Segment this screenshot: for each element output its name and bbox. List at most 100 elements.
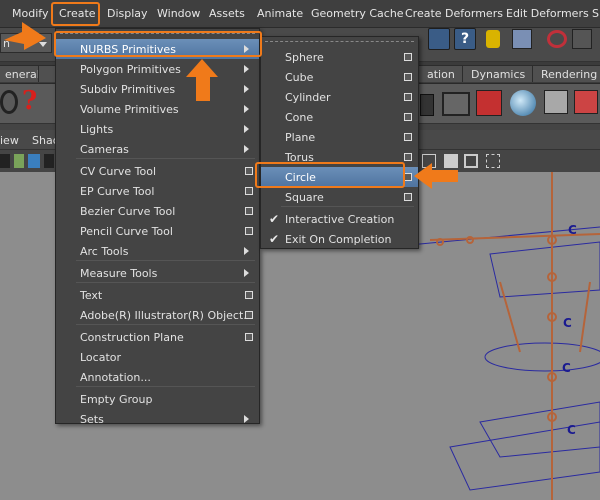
xray-icon[interactable] <box>486 154 500 168</box>
create-item-sets[interactable]: Sets <box>56 409 259 429</box>
tab-rendering[interactable]: Rendering <box>532 65 600 82</box>
submenu-tearoff[interactable] <box>265 41 414 44</box>
option-box-icon[interactable] <box>404 93 412 101</box>
menu-assets[interactable]: Assets <box>209 7 245 20</box>
nurbs-item-cube[interactable]: Cube <box>261 67 418 87</box>
select-icon[interactable] <box>512 29 532 49</box>
create-item-text[interactable]: Text <box>56 285 259 305</box>
isolate-icon[interactable] <box>464 154 478 168</box>
panel-menu-view[interactable]: iew <box>0 134 19 147</box>
snap-icon[interactable] <box>572 29 592 49</box>
create-item-label: Sets <box>80 413 104 426</box>
option-box-icon[interactable] <box>404 193 412 201</box>
option-box-icon[interactable] <box>245 187 253 195</box>
create-item-label: EP Curve Tool <box>80 185 155 198</box>
magnet-icon[interactable] <box>547 30 567 48</box>
menu-window[interactable]: Window <box>157 7 200 20</box>
wireframe-circle <box>484 342 600 372</box>
tab-animation[interactable]: ation <box>418 65 464 82</box>
create-item-arc-tools[interactable]: Arc Tools <box>56 241 259 261</box>
sphere-icon[interactable] <box>510 90 536 116</box>
checker-cube-icon[interactable] <box>544 90 568 114</box>
option-box-icon[interactable] <box>245 291 253 299</box>
camera-icon[interactable] <box>0 154 10 168</box>
menu-geometry-cache[interactable]: Geometry Cache <box>311 7 404 20</box>
help-icon[interactable]: ? <box>454 28 476 50</box>
option-box-icon[interactable] <box>404 73 412 81</box>
nurbs-item-square[interactable]: Square <box>261 187 418 207</box>
menu-modify[interactable]: Modify <box>12 7 48 20</box>
submenu-arrow-icon <box>244 105 249 113</box>
option-box-icon[interactable] <box>404 113 412 121</box>
lasso-icon[interactable] <box>0 90 18 114</box>
create-item-empty-group[interactable]: Empty Group <box>56 389 259 409</box>
option-box-icon[interactable] <box>245 227 253 235</box>
hypergraph-icon[interactable] <box>442 92 470 116</box>
create-menu: NURBS Primitives Polygon Primitives Subdiv… <box>55 28 260 426</box>
create-item-label: Measure Tools <box>80 267 158 280</box>
checkmark-icon: ✔ <box>269 212 280 226</box>
create-item-label: Arc Tools <box>80 245 129 258</box>
grid-icon[interactable] <box>44 154 54 168</box>
option-box-icon[interactable] <box>404 173 412 181</box>
checkmark-icon: ✔ <box>269 232 280 246</box>
create-item-label: Polygon Primitives <box>80 63 181 76</box>
nurbs-item-exit-on-completion[interactable]: ✔ Exit On Completion <box>261 229 418 249</box>
highlight-nurbs-primitives <box>54 31 262 57</box>
option-box-icon[interactable] <box>404 53 412 61</box>
create-item-bezier-curve-tool[interactable]: Bezier Curve Tool <box>56 201 259 221</box>
create-item-annotation[interactable]: Annotation... <box>56 367 259 387</box>
create-item-polygon-primitives[interactable]: Polygon Primitives <box>56 59 259 79</box>
nurbs-item-interactive-creation[interactable]: ✔ Interactive Creation <box>261 209 418 229</box>
menu-overflow[interactable]: S <box>592 7 599 20</box>
menu-create-deformers[interactable]: Create Deformers <box>405 7 503 20</box>
tab-dynamics[interactable]: Dynamics <box>462 65 535 82</box>
nurbs-item-label: Square <box>285 191 324 204</box>
tab-hidden[interactable] <box>38 65 56 82</box>
submenu-arrow-icon <box>244 269 249 277</box>
cube-edit-icon[interactable] <box>574 90 598 114</box>
create-item-pencil-curve-tool[interactable]: Pencil Curve Tool <box>56 221 259 241</box>
nurbs-item-cone[interactable]: Cone <box>261 107 418 127</box>
option-box-icon[interactable] <box>245 333 253 341</box>
menu-separator <box>76 260 255 261</box>
viewport-label: C <box>562 361 571 375</box>
create-item-cameras[interactable]: Cameras <box>56 139 259 159</box>
nurbs-item-cylinder[interactable]: Cylinder <box>261 87 418 107</box>
create-item-lights[interactable]: Lights <box>56 119 259 139</box>
menu-animate[interactable]: Animate <box>257 7 303 20</box>
nurbs-item-label: Cube <box>285 71 314 84</box>
menu-edit-deformers[interactable]: Edit Deformers <box>506 7 589 20</box>
create-item-locator[interactable]: Locator <box>56 347 259 367</box>
nurbs-item-plane[interactable]: Plane <box>261 127 418 147</box>
cube-red-icon[interactable] <box>476 90 502 116</box>
option-box-icon[interactable] <box>245 207 253 215</box>
create-item-measure-tools[interactable]: Measure Tools <box>56 263 259 283</box>
nurbs-item-label: Cylinder <box>285 91 331 104</box>
create-item-label: Locator <box>80 351 122 364</box>
option-box-icon[interactable] <box>245 311 253 319</box>
render-icon[interactable] <box>420 94 434 116</box>
menu-separator <box>76 386 255 387</box>
wrench-icon[interactable] <box>428 28 450 50</box>
create-item-adobe-illustrator-object[interactable]: Adobe(R) Illustrator(R) Object... <box>56 305 259 325</box>
wireframe-box <box>489 241 600 298</box>
help-shelf-icon[interactable]: ? <box>22 86 37 116</box>
nurbs-item-sphere[interactable]: Sphere <box>261 47 418 67</box>
create-item-ep-curve-tool[interactable]: EP Curve Tool <box>56 181 259 201</box>
create-item-construction-plane[interactable]: Construction Plane <box>56 327 259 347</box>
viewport-label: C <box>567 423 576 437</box>
create-item-cv-curve-tool[interactable]: CV Curve Tool <box>56 161 259 181</box>
option-box-icon[interactable] <box>404 153 412 161</box>
create-item-label: Pencil Curve Tool <box>80 225 173 238</box>
option-box-icon[interactable] <box>404 133 412 141</box>
create-item-label: Subdiv Primitives <box>80 83 176 96</box>
bookmark-icon[interactable] <box>14 154 24 168</box>
lock-icon[interactable] <box>486 30 500 48</box>
create-item-subdiv-primitives[interactable]: Subdiv Primitives <box>56 79 259 99</box>
image-plane-icon[interactable] <box>28 154 40 168</box>
create-item-volume-primitives[interactable]: Volume Primitives <box>56 99 259 119</box>
menu-display[interactable]: Display <box>107 7 148 20</box>
submenu-arrow-icon <box>244 247 249 255</box>
option-box-icon[interactable] <box>245 167 253 175</box>
